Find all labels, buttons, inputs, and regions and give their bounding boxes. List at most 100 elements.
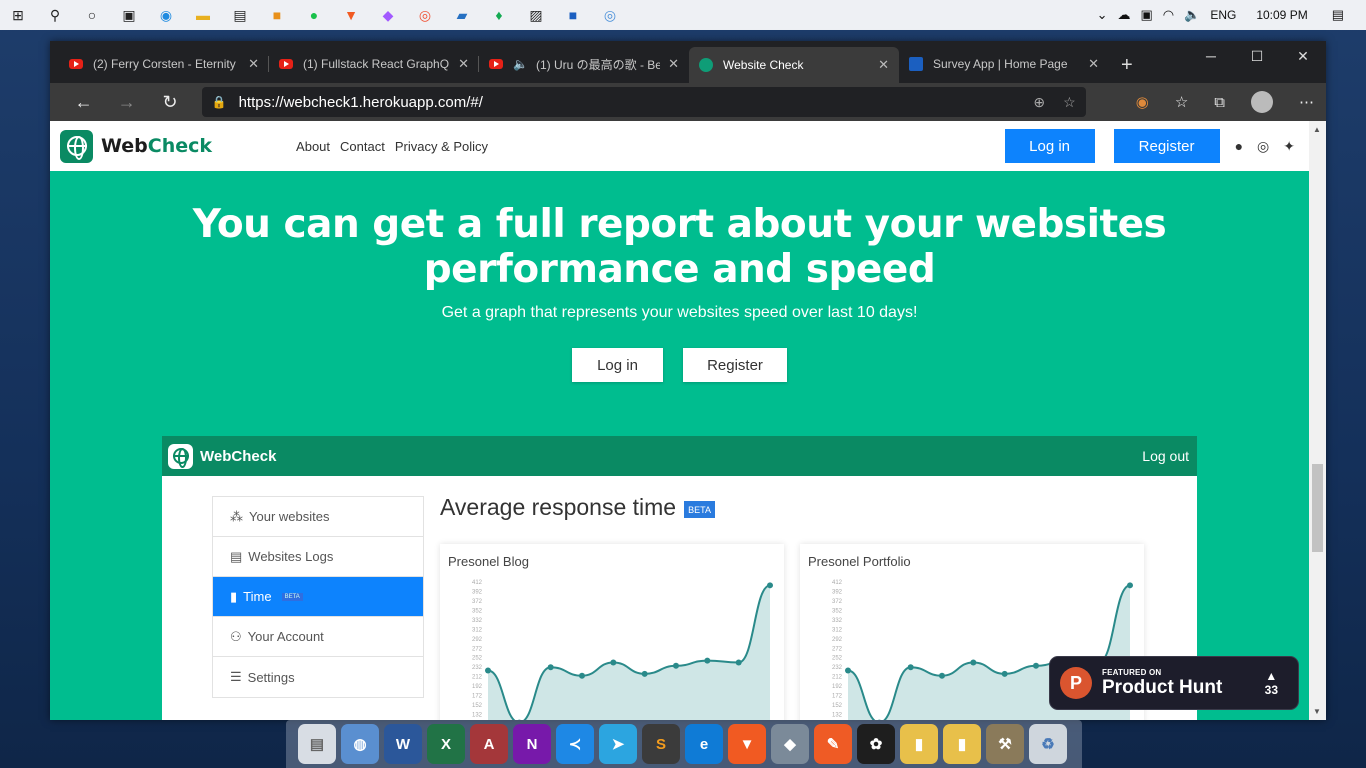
hero-register-button[interactable]: Register bbox=[683, 348, 787, 382]
task-view-icon[interactable]: ▣ bbox=[117, 4, 141, 26]
clock[interactable]: 10:09 PM bbox=[1256, 8, 1307, 22]
language-indicator[interactable]: ENG bbox=[1210, 8, 1236, 22]
twitter-icon[interactable]: ✦ bbox=[1283, 138, 1295, 155]
profile-avatar[interactable] bbox=[1250, 91, 1273, 113]
tools-icon[interactable]: ⚒ bbox=[986, 724, 1024, 764]
close-icon[interactable]: ✕ bbox=[668, 56, 679, 72]
edge-icon[interactable]: e bbox=[685, 724, 723, 764]
edge-icon[interactable]: ◉ bbox=[154, 4, 178, 26]
mongodb-icon[interactable]: ♦ bbox=[487, 4, 511, 26]
folder-icon[interactable]: ▮ bbox=[900, 724, 938, 764]
git-icon[interactable]: ◎ bbox=[413, 4, 437, 26]
hero-login-button[interactable]: Log in bbox=[572, 348, 663, 382]
back-icon[interactable]: ← bbox=[62, 92, 105, 113]
speaker-icon[interactable]: 🔈 bbox=[513, 57, 528, 71]
windows-icon[interactable]: ⊞ bbox=[6, 4, 30, 26]
survey-app-icon[interactable]: ■ bbox=[561, 4, 585, 26]
product-hunt-badge[interactable]: P FEATURED ON Product Hunt ▲ 33 bbox=[1049, 656, 1299, 710]
figma-icon[interactable]: ✿ bbox=[857, 724, 895, 764]
scroll-up-icon[interactable]: ▲ bbox=[1313, 125, 1321, 134]
nav-about[interactable]: About bbox=[296, 139, 330, 154]
folder-icon[interactable]: ▮ bbox=[943, 724, 981, 764]
ph-votes: ▲ 33 bbox=[1265, 669, 1278, 697]
word-icon[interactable]: W bbox=[384, 724, 422, 764]
powershell-icon[interactable]: ▰ bbox=[450, 4, 474, 26]
y-tick-label: 272 bbox=[472, 646, 483, 652]
page-scrollbar[interactable]: ▲ ▼ bbox=[1309, 121, 1326, 720]
record-icon[interactable]: ◎ bbox=[598, 4, 622, 26]
y-tick-label: 252 bbox=[832, 656, 843, 662]
tab-ferry-corsten[interactable]: (2) Ferry Corsten - Eternity ✕ bbox=[59, 47, 269, 81]
telegram-icon[interactable]: ➤ bbox=[599, 724, 637, 764]
git-icon[interactable]: ◆ bbox=[771, 724, 809, 764]
nav-contact[interactable]: Contact bbox=[340, 139, 385, 154]
scroll-down-icon[interactable]: ▼ bbox=[1313, 707, 1321, 716]
scrollbar-thumb[interactable] bbox=[1312, 464, 1323, 552]
cortana-icon[interactable]: ○ bbox=[80, 4, 104, 26]
chart-point bbox=[704, 657, 711, 664]
postman-icon[interactable]: ✎ bbox=[814, 724, 852, 764]
new-tab-icon[interactable]: + bbox=[1121, 54, 1133, 77]
chart-point bbox=[939, 672, 945, 679]
webcheck-logo[interactable] bbox=[60, 129, 93, 163]
notifications-icon[interactable]: ▤ bbox=[1332, 7, 1344, 23]
onedrive-icon[interactable]: ☁ bbox=[1117, 7, 1130, 23]
tab-website-check[interactable]: Website Check ✕ bbox=[689, 47, 899, 83]
more-icon[interactable]: ⋯ bbox=[1299, 93, 1314, 111]
github-icon[interactable]: ● bbox=[1235, 138, 1243, 155]
hero-section: You can get a full report about your web… bbox=[50, 171, 1309, 382]
instagram-icon[interactable]: ◎ bbox=[1257, 138, 1269, 155]
youtube-icon bbox=[279, 59, 293, 69]
lock-icon[interactable]: 🔒 bbox=[212, 95, 227, 109]
volume-icon[interactable]: 🔈 bbox=[1184, 7, 1200, 23]
close-icon[interactable]: ✕ bbox=[878, 57, 889, 73]
add-icon[interactable]: ⊕ bbox=[1033, 94, 1045, 111]
store-icon[interactable]: ▤ bbox=[228, 4, 252, 26]
monitor-icon[interactable]: ▨ bbox=[524, 4, 548, 26]
security-icon[interactable]: ▣ bbox=[1140, 7, 1152, 23]
brand-name[interactable]: WebCheck bbox=[101, 135, 212, 157]
wifi-icon[interactable]: ◠ bbox=[1163, 7, 1174, 23]
forward-icon[interactable]: → bbox=[105, 92, 148, 113]
tab-uru[interactable]: 🔈 (1) Uru の最高の歌 - Be ✕ bbox=[479, 47, 689, 81]
tab-survey-app[interactable]: Survey App | Home Page ✕ bbox=[899, 47, 1109, 81]
favorites-icon[interactable]: ☆ bbox=[1175, 93, 1188, 111]
register-button[interactable]: Register bbox=[1113, 129, 1220, 163]
file-explorer-icon[interactable]: ▬ bbox=[191, 4, 215, 26]
excel-icon[interactable]: X bbox=[427, 724, 465, 764]
network-icon[interactable]: ◍ bbox=[341, 724, 379, 764]
close-icon[interactable]: ✕ bbox=[458, 56, 469, 72]
extension-icon[interactable]: ◉ bbox=[1136, 93, 1149, 111]
minimize-icon[interactable]: ─ bbox=[1188, 41, 1234, 71]
vscode-icon[interactable]: ≺ bbox=[556, 724, 594, 764]
chart-point bbox=[767, 582, 773, 589]
hero-title-line-2: performance and speed bbox=[423, 247, 936, 292]
collections-icon[interactable]: ⧉ bbox=[1214, 94, 1225, 111]
login-button[interactable]: Log in bbox=[1004, 129, 1095, 163]
search-icon[interactable]: ⚲ bbox=[43, 4, 67, 26]
chart-point bbox=[673, 662, 679, 669]
finder-icon[interactable]: ▤ bbox=[298, 724, 336, 764]
line-icon[interactable]: ● bbox=[302, 4, 326, 26]
brave-icon[interactable]: ▼ bbox=[728, 724, 766, 764]
nav-privacy[interactable]: Privacy & Policy bbox=[395, 139, 488, 154]
sublime-icon[interactable]: ■ bbox=[265, 4, 289, 26]
tab-fullstack-react[interactable]: (1) Fullstack React GraphQL ✕ bbox=[269, 47, 479, 81]
recycle-bin-icon[interactable]: ♻ bbox=[1029, 724, 1067, 764]
figma-icon[interactable]: ◆ bbox=[376, 4, 400, 26]
access-icon[interactable]: A bbox=[470, 724, 508, 764]
favorite-star-icon[interactable]: ☆ bbox=[1063, 94, 1076, 111]
close-window-icon[interactable]: ✕ bbox=[1280, 41, 1326, 71]
url-text[interactable]: https://webcheck1.herokuapp.com/#/ bbox=[239, 94, 1016, 111]
chevron-up-icon[interactable]: ⌄ bbox=[1097, 7, 1108, 23]
close-icon[interactable]: ✕ bbox=[1088, 56, 1099, 72]
url-field[interactable]: 🔒 https://webcheck1.herokuapp.com/#/ ⊕ ☆ bbox=[201, 87, 1086, 117]
youtube-icon bbox=[69, 59, 83, 69]
close-icon[interactable]: ✕ bbox=[248, 56, 259, 72]
refresh-icon[interactable]: ↻ bbox=[148, 92, 191, 113]
maximize-icon[interactable]: ☐ bbox=[1234, 41, 1280, 71]
sublime-icon[interactable]: S bbox=[642, 724, 680, 764]
chart-point bbox=[970, 659, 977, 666]
onenote-icon[interactable]: N bbox=[513, 724, 551, 764]
brave-icon[interactable]: ▼ bbox=[339, 4, 363, 26]
